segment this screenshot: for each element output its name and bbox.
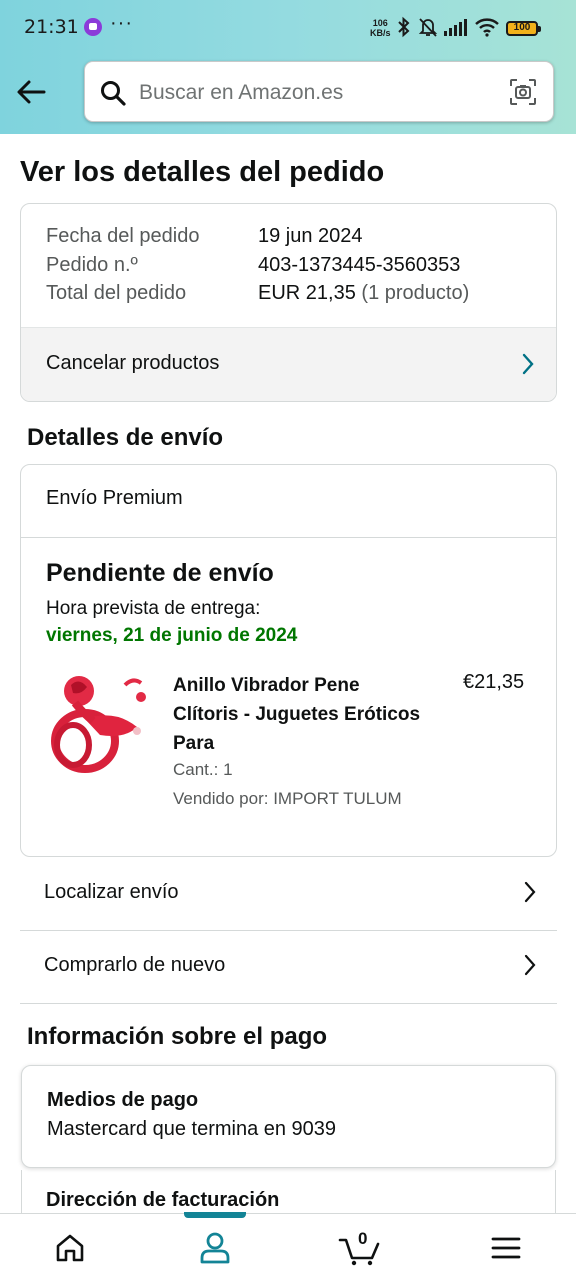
order-date-label: Fecha del pedido [46,225,200,247]
order-number-value: 403-1373445-3560353 [258,254,461,276]
product-image[interactable] [45,669,149,777]
order-total-count: (1 producto) [361,282,470,304]
twitch-notification-icon [84,18,102,36]
chevron-right-icon [524,881,536,903]
payment-method-card: Medios de pago Mastercard que termina en… [21,1065,556,1168]
buy-again-row[interactable]: Comprarlo de nuevo [20,931,557,1004]
camera-search-icon[interactable] [509,78,537,106]
battery-level: 100 [513,22,531,33]
shipment-status: Pendiente de envío [46,559,274,587]
track-shipment-row[interactable]: Localizar envío [20,858,557,931]
search-icon [101,81,126,106]
bell-muted-icon [418,18,438,37]
battery-icon: 100 [506,21,541,36]
delivery-eta-label: Hora prevista de entrega: [46,598,261,619]
bottom-navigation: 0 [0,1212,576,1280]
buy-again-label: Comprarlo de nuevo [44,954,226,976]
network-speed: 106 KB/s [370,18,391,38]
product-seller: Vendido por: IMPORT TULUM [173,789,402,808]
chevron-right-icon [524,954,536,976]
menu-icon[interactable] [486,1230,526,1266]
status-time: 21:31 [24,16,79,38]
bluetooth-icon [398,16,410,38]
product-title[interactable]: Anillo Vibrador Pene Clítoris - Juguetes… [173,671,423,758]
account-icon[interactable] [195,1230,235,1266]
product-quantity: Cant.: 1 [173,760,233,779]
network-speed-value: 106 [372,18,388,28]
payment-method-title: Medios de pago [47,1089,199,1111]
more-notifications-icon: ··· [110,12,133,34]
payment-method-value: Mastercard que termina en 9039 [47,1118,337,1140]
order-total-value: EUR 21,35 (1 producto) [258,282,469,305]
home-icon[interactable] [50,1230,90,1266]
shipment-card: Envío Premium Pendiente de envío Hora pr… [20,464,557,857]
network-speed-unit: KB/s [370,28,391,38]
page-title: Ver los detalles del pedido [20,156,385,188]
signal-icon [444,19,467,36]
search-input[interactable]: Buscar en Amazon.es [139,81,343,105]
shipping-type: Envío Premium [46,487,183,509]
billing-address-title: Dirección de facturación [46,1189,280,1211]
app-header: 21:31 ··· 106 KB/s 100 Buscar en Amazon.… [0,0,576,134]
order-total-label: Total del pedido [46,282,187,304]
order-number-label: Pedido n.º [46,254,138,276]
back-arrow-icon[interactable] [14,74,50,110]
chevron-right-icon [522,353,534,375]
payment-heading: Información sobre el pago [27,1023,328,1050]
cancel-products-row[interactable]: Cancelar productos [21,327,556,401]
shipping-heading: Detalles de envío [27,424,224,451]
status-bar: 21:31 ··· 106 KB/s 100 [0,0,576,56]
order-total-amount: EUR 21,35 [258,282,356,304]
divider [21,537,556,538]
search-bar[interactable]: Buscar en Amazon.es [84,61,554,122]
cart-count-badge: 0 [358,1229,368,1248]
track-shipment-label: Localizar envío [44,881,179,903]
wifi-icon [475,18,499,37]
active-tab-indicator [184,1212,246,1218]
order-summary-card: Fecha del pedido 19 jun 2024 Pedido n.º … [20,203,557,402]
cancel-products-label: Cancelar productos [46,352,220,374]
product-price: €21,35 [463,671,525,693]
order-date-value: 19 jun 2024 [258,225,363,247]
delivery-eta-date: viernes, 21 de junio de 2024 [46,625,298,646]
